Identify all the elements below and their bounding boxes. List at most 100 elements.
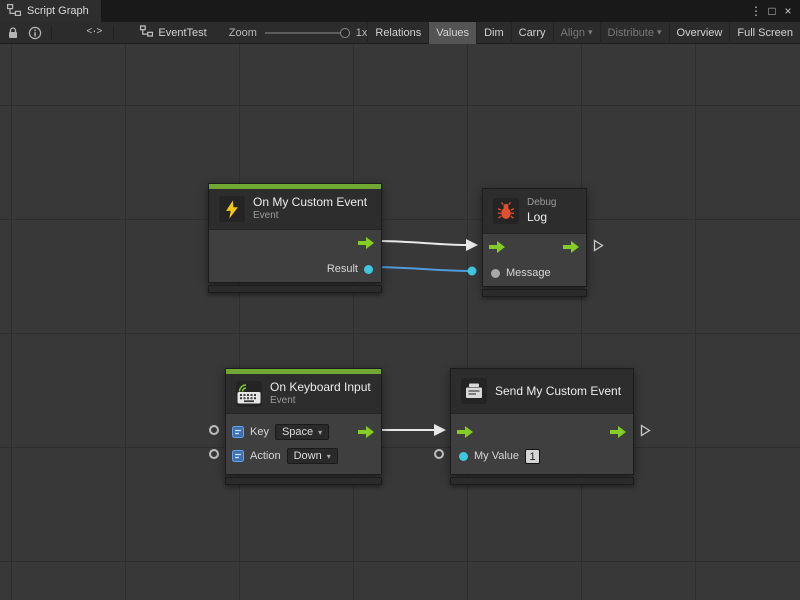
tab-title: Script Graph (27, 5, 89, 17)
zoom-slider-track[interactable] (265, 32, 350, 34)
flow-output-port[interactable] (358, 426, 375, 438)
flow-output-port[interactable] (358, 237, 375, 249)
chevron-down-icon: ▾ (318, 428, 322, 437)
zoom-label: Zoom (229, 27, 257, 39)
node-category: Debug (527, 197, 556, 210)
node-debug-log[interactable]: Debug Log Message (482, 188, 587, 297)
distribute-button[interactable]: Distribute▾ (600, 22, 669, 44)
message-value-port[interactable] (491, 269, 500, 278)
bug-icon (493, 198, 519, 224)
graph-canvas[interactable]: On My Custom Event Event Result (0, 44, 800, 600)
node-on-my-custom-event[interactable]: On My Custom Event Event Result (208, 183, 382, 293)
relations-label: Relations (375, 27, 421, 39)
result-port-label: Result (327, 263, 358, 275)
align-label: Align (561, 27, 585, 39)
graph-name: EventTest (158, 27, 206, 39)
node-title: On Keyboard Input (270, 380, 371, 395)
zoom-slider-handle[interactable] (340, 28, 350, 38)
align-button[interactable]: Align▾ (553, 22, 600, 44)
connection-value-result-to-message[interactable] (370, 267, 472, 271)
connection-arrowhead (466, 239, 478, 251)
node-subtitle: Event (270, 395, 371, 408)
overview-label: Overview (677, 27, 723, 39)
connection-flow-custom-event-to-log[interactable] (376, 241, 466, 245)
my-value-port[interactable] (459, 452, 468, 461)
node-footer (208, 285, 382, 293)
enum-type-icon (232, 450, 244, 462)
connection-endpoint (468, 267, 477, 276)
flow-output-port[interactable] (610, 426, 627, 438)
send-event-icon (461, 378, 487, 404)
message-port-label: Message (506, 267, 551, 279)
node-header[interactable]: Send My Custom Event (451, 369, 633, 413)
zoom-value: 1x (356, 27, 368, 39)
values-label: Values (436, 27, 469, 39)
key-port-label: Key (250, 426, 269, 438)
result-value-port[interactable] (364, 265, 373, 274)
enum-type-icon (232, 426, 244, 438)
dim-button[interactable]: Dim (476, 22, 511, 44)
my-value-input-port[interactable] (434, 449, 444, 459)
window-maximize-icon[interactable]: □ (764, 0, 780, 22)
lock-icon[interactable] (2, 22, 24, 44)
zoom-slider[interactable] (265, 22, 350, 44)
window-controls: ⋮ □ × (748, 0, 800, 22)
node-footer (450, 477, 634, 485)
tab-bar: Script Graph ⋮ □ × (0, 0, 800, 22)
node-on-keyboard-input[interactable]: On Keyboard Input Event Key Space ▾ (225, 368, 382, 485)
connections-layer (0, 44, 800, 600)
action-input-port[interactable] (209, 449, 219, 459)
graph-asset-icon (140, 25, 153, 40)
action-port-label: Action (250, 450, 281, 462)
graph-toolbar: <·> EventTest Zoom 1x Relations Values D… (0, 22, 800, 44)
flow-input-port[interactable] (457, 426, 474, 438)
node-footer (482, 289, 587, 297)
tab-script-graph[interactable]: Script Graph (0, 0, 101, 22)
values-button[interactable]: Values (428, 22, 476, 44)
flow-continuation-triangle-icon (593, 239, 604, 252)
window-menu-icon[interactable]: ⋮ (748, 0, 764, 22)
chevron-down-icon: ▾ (657, 27, 662, 38)
edit-source-code-icon[interactable]: <·> (80, 22, 107, 44)
lightning-icon (219, 196, 245, 222)
flow-input-port[interactable] (489, 241, 506, 253)
full-screen-label: Full Screen (737, 27, 793, 39)
info-icon[interactable] (24, 22, 46, 44)
flow-output-port[interactable] (563, 241, 580, 253)
action-dropdown[interactable]: Down ▾ (287, 448, 338, 464)
key-input-port[interactable] (209, 425, 219, 435)
full-screen-button[interactable]: Full Screen (729, 22, 800, 44)
carry-label: Carry (519, 27, 546, 39)
distribute-label: Distribute (608, 27, 654, 39)
script-graph-window: Script Graph ⋮ □ × <·> EventTest Zoom (0, 0, 800, 600)
toolbar-separator (113, 26, 114, 40)
node-send-my-custom-event[interactable]: Send My Custom Event My Value 1 (450, 368, 634, 485)
node-title: On My Custom Event (253, 195, 367, 210)
node-title: Send My Custom Event (495, 384, 621, 399)
toolbar-separator (51, 26, 52, 40)
carry-button[interactable]: Carry (511, 22, 553, 44)
node-header[interactable]: Debug Log (483, 189, 586, 233)
flow-continuation-triangle-icon (640, 424, 651, 437)
window-close-icon[interactable]: × (780, 0, 796, 22)
my-value-port-label: My Value (474, 450, 519, 462)
toolbar-buttons: Relations Values Dim Carry Align▾ Distri… (367, 22, 800, 44)
chevron-down-icon: ▾ (327, 452, 331, 461)
chevron-down-icon: ▾ (588, 27, 593, 38)
key-dropdown[interactable]: Space ▾ (275, 424, 329, 440)
relations-button[interactable]: Relations (367, 22, 428, 44)
script-graph-tab-icon (7, 4, 21, 19)
node-footer (225, 477, 382, 485)
node-header[interactable]: On Keyboard Input Event (226, 374, 381, 413)
keyboard-input-icon (236, 381, 262, 407)
my-value-input[interactable]: 1 (525, 449, 540, 464)
action-dropdown-value: Down (294, 450, 322, 462)
node-subtitle: Event (253, 210, 367, 223)
key-dropdown-value: Space (282, 426, 313, 438)
connection-arrowhead (434, 424, 446, 436)
node-title: Log (527, 210, 556, 225)
overview-button[interactable]: Overview (669, 22, 730, 44)
dim-label: Dim (484, 27, 504, 39)
graph-breadcrumb[interactable]: EventTest (132, 22, 214, 44)
node-header[interactable]: On My Custom Event Event (209, 189, 381, 229)
